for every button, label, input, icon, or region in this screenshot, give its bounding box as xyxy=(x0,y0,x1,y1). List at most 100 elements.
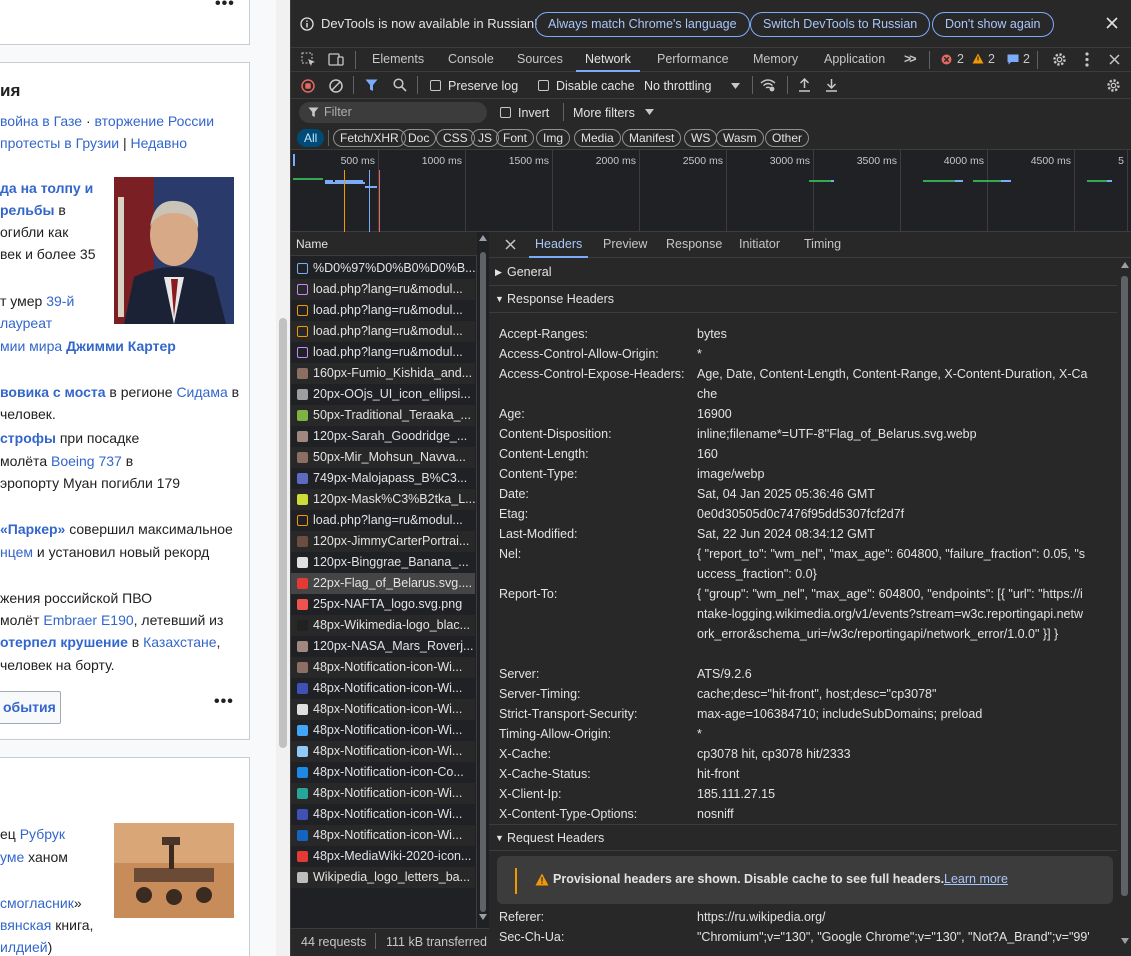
news-link[interactable]: лауреат xyxy=(0,315,52,331)
general-section-header[interactable]: ▶ General xyxy=(489,259,1117,286)
news-link[interactable]: вянская xyxy=(0,917,51,933)
clear-icon[interactable] xyxy=(329,79,343,93)
settings-gear-icon[interactable] xyxy=(1052,52,1067,67)
tab-application[interactable]: Application xyxy=(824,48,885,72)
news-link[interactable]: вторжение России xyxy=(95,113,215,129)
news-link[interactable]: Недавно xyxy=(130,135,187,151)
type-img-button[interactable]: Img xyxy=(536,129,571,147)
tab-elements[interactable]: Elements xyxy=(372,48,424,72)
request-row[interactable]: 22px-Flag_of_Belarus.svg.... xyxy=(291,573,475,594)
filter-icon[interactable] xyxy=(365,79,378,92)
news-link[interactable]: смогласник xyxy=(0,895,74,911)
tab-response[interactable]: Response xyxy=(666,232,722,258)
warning-icon[interactable] xyxy=(972,53,984,64)
request-row[interactable]: 160px-Fumio_Kishida_and... xyxy=(291,363,475,384)
news-link[interactable]: илдией xyxy=(0,939,48,955)
request-row[interactable]: 25px-NAFTA_logo.svg.png xyxy=(291,594,475,615)
export-har-icon[interactable] xyxy=(825,78,838,92)
kebab-menu-icon[interactable] xyxy=(1085,52,1089,67)
type-manifest-button[interactable]: Manifest xyxy=(622,129,682,147)
request-list-scrollbar[interactable] xyxy=(477,232,489,928)
scroll-down-icon[interactable] xyxy=(1121,938,1129,944)
tab-performance[interactable]: Performance xyxy=(657,48,729,72)
news-link[interactable]: Казахстане xyxy=(143,634,216,650)
request-row[interactable]: 20px-OOjs_UI_icon_ellipsi... xyxy=(291,384,475,405)
more-filters-dropdown[interactable]: More filters xyxy=(573,106,635,120)
chevron-down-icon[interactable] xyxy=(731,83,740,89)
more-options-icon[interactable]: ••• xyxy=(215,0,235,13)
news-link[interactable]: нцем xyxy=(0,544,33,560)
tab-headers[interactable]: Headers xyxy=(529,232,589,258)
news-link[interactable]: 39-й xyxy=(46,293,74,309)
news-link[interactable]: строфы xyxy=(0,430,56,446)
network-conditions-icon[interactable] xyxy=(760,79,776,92)
news-link[interactable]: мии мира xyxy=(0,338,62,354)
name-column-header[interactable]: Name xyxy=(291,232,477,256)
news-link[interactable]: да на толпу и xyxy=(0,180,93,196)
request-row[interactable]: 50px-Mir_Mohsun_Navva... xyxy=(291,447,475,468)
request-row[interactable]: 48px-Notification-icon-Co... xyxy=(291,762,475,783)
request-list-scrollbar-thumb[interactable] xyxy=(480,252,486,912)
tab-network[interactable]: Network xyxy=(576,48,640,72)
request-row[interactable]: Wikipedia_logo_letters_ba... xyxy=(291,867,475,888)
request-row[interactable]: 50px-Traditional_Teraaka_... xyxy=(291,405,475,426)
always-match-language-button[interactable]: Always match Chrome's language xyxy=(535,12,750,37)
request-row[interactable]: 48px-Notification-icon-Wi... xyxy=(291,678,475,699)
request-row[interactable]: 48px-Notification-icon-Wi... xyxy=(291,720,475,741)
disable-cache-checkbox[interactable] xyxy=(538,80,549,91)
news-link[interactable]: рельбы xyxy=(0,202,54,218)
close-details-icon[interactable] xyxy=(505,239,516,250)
device-toolbar-icon[interactable] xyxy=(328,52,344,67)
network-settings-gear-icon[interactable] xyxy=(1106,78,1121,93)
request-row[interactable]: 120px-Sarah_Goodridge_... xyxy=(291,426,475,447)
news-link[interactable]: уме xyxy=(0,849,24,865)
filter-input[interactable]: Filter xyxy=(299,102,487,123)
tab-memory[interactable]: Memory xyxy=(753,48,798,72)
request-row[interactable]: 120px-Binggrae_Banana_... xyxy=(291,552,475,573)
scroll-up-icon[interactable] xyxy=(479,235,487,241)
error-count[interactable]: 2 xyxy=(957,48,964,72)
type-doc-button[interactable]: Doc xyxy=(401,129,437,147)
type-ws-button[interactable]: WS xyxy=(684,129,718,147)
learn-more-link[interactable]: Learn more xyxy=(944,872,1008,886)
disable-cache-label[interactable]: Disable cache xyxy=(556,79,635,93)
close-infobar-icon[interactable] xyxy=(1106,17,1118,29)
tab-preview[interactable]: Preview xyxy=(603,232,647,258)
news-link[interactable]: Рубрук xyxy=(20,826,65,842)
request-row[interactable]: %D0%97%D0%B0%D0%B... xyxy=(291,258,475,279)
inspect-element-icon[interactable] xyxy=(301,52,316,67)
preserve-log-checkbox[interactable] xyxy=(430,80,441,91)
search-icon[interactable] xyxy=(393,78,407,92)
close-devtools-icon[interactable] xyxy=(1109,54,1120,65)
invert-checkbox[interactable] xyxy=(500,107,511,118)
type-wasm-button[interactable]: Wasm xyxy=(716,129,764,147)
request-row[interactable]: load.php?lang=ru&modul... xyxy=(291,279,475,300)
preserve-log-label[interactable]: Preserve log xyxy=(448,79,518,93)
news-link[interactable]: Джимми Картер xyxy=(66,338,176,354)
news-link[interactable]: отерпел крушение xyxy=(0,634,128,650)
request-row[interactable]: load.php?lang=ru&modul... xyxy=(291,321,475,342)
import-har-icon[interactable] xyxy=(798,78,811,92)
details-scrollbar[interactable] xyxy=(1118,258,1131,956)
record-stop-icon[interactable] xyxy=(301,79,315,93)
tab-timing[interactable]: Timing xyxy=(804,232,841,258)
response-headers-section-header[interactable]: ▼ Response Headers xyxy=(489,286,1117,313)
type-js-button[interactable]: JS xyxy=(471,129,500,147)
invert-label[interactable]: Invert xyxy=(518,106,549,120)
request-row[interactable]: 48px-Notification-icon-Wi... xyxy=(291,825,475,846)
tab-initiator[interactable]: Initiator xyxy=(739,232,780,258)
jimmy-carter-photo[interactable] xyxy=(114,177,234,324)
type-css-button[interactable]: CSS xyxy=(436,129,475,147)
chevron-down-icon[interactable] xyxy=(645,109,654,115)
more-options-icon[interactable]: ••• xyxy=(214,693,234,711)
request-row[interactable]: 120px-JimmyCarterPortrai... xyxy=(291,531,475,552)
type-media-button[interactable]: Media xyxy=(574,129,621,147)
request-row[interactable]: load.php?lang=ru&modul... xyxy=(291,342,475,363)
request-row[interactable]: 749px-Malojapass_B%C3... xyxy=(291,468,475,489)
type-font-button[interactable]: Font xyxy=(496,129,535,147)
request-row[interactable]: 48px-Wikimedia-logo_blac... xyxy=(291,615,475,636)
page-scrollbar[interactable] xyxy=(276,0,290,956)
mars-rover-photo[interactable] xyxy=(114,823,234,918)
type-all-button[interactable]: All xyxy=(297,129,325,147)
message-count[interactable]: 2 xyxy=(1023,48,1030,72)
